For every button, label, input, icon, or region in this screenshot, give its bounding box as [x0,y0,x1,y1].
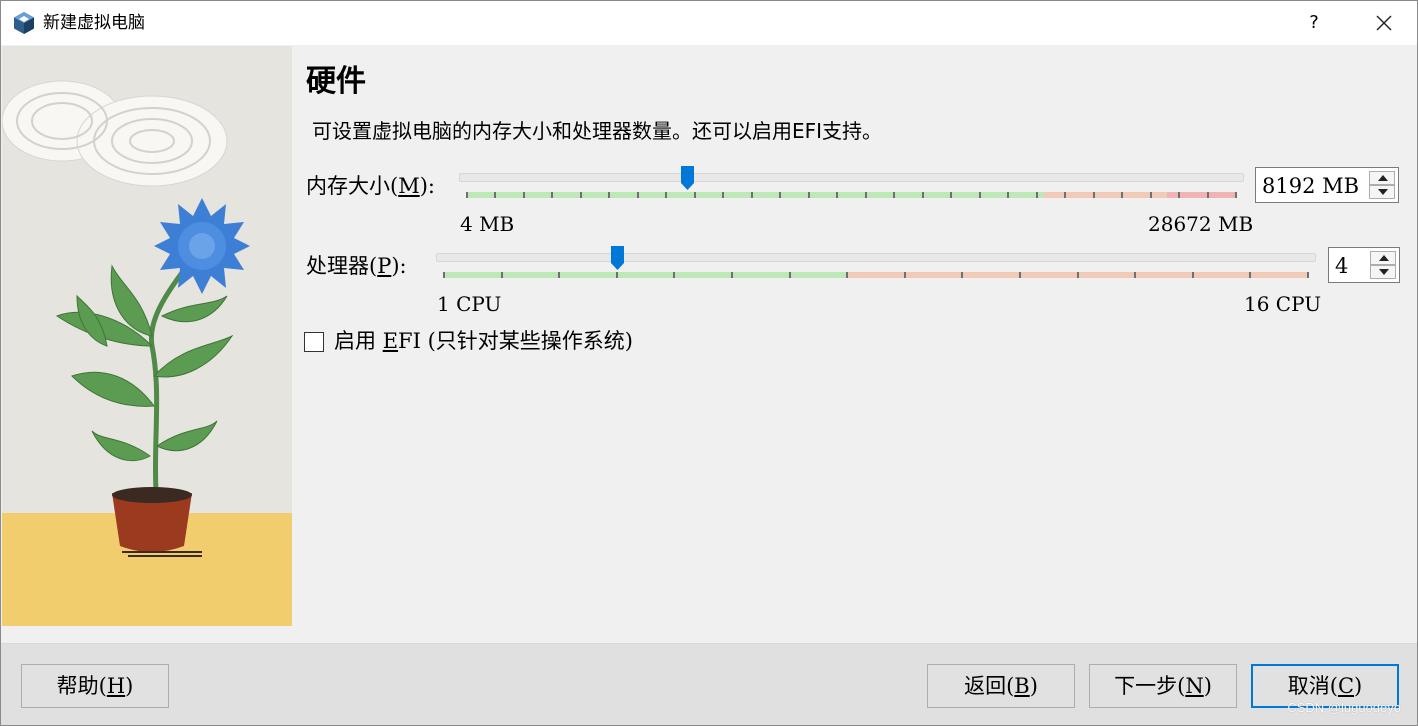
processor-slider[interactable] [436,246,1316,280]
slider-tick [893,192,896,198]
memory-size-value[interactable]: 8192 MB [1262,172,1359,200]
page-title: 硬件 [306,64,366,99]
slider-tick [722,192,725,198]
window-title: 新建虚拟电脑 [43,13,145,33]
title-bar: 新建虚拟电脑 ? [1,1,1417,45]
processor-slider-groove [436,253,1316,262]
slider-tick [551,192,554,198]
slider-tick [1076,272,1079,278]
enable-efi-label[interactable]: 启用 EFI (只针对某些操作系统) [334,327,633,355]
plant-illustration [2,46,292,626]
processor-count-value[interactable]: 4 [1335,252,1348,280]
close-icon [1376,15,1392,31]
slider-tick [1064,192,1067,198]
slider-tick [961,272,964,278]
slider-tick [1149,192,1152,198]
slider-handle[interactable] [610,246,624,270]
slider-tick [1178,192,1181,198]
chevron-down-icon [1379,269,1389,275]
slider-tick [466,192,468,198]
processor-decrease-button[interactable] [1370,265,1396,279]
slider-tick [522,192,525,198]
button-bar: 帮助(H) 返回(B) 下一步(N) 取消(C) [1,643,1417,725]
slider-tick [950,192,953,198]
slider-tick [608,192,611,198]
chevron-up-icon [1378,175,1388,181]
slider-tick [779,192,782,198]
chevron-down-icon [1378,189,1388,195]
slider-tick [636,192,639,198]
slider-tick [731,272,733,278]
memory-size-spinbox[interactable]: 8192 MB [1255,167,1399,203]
memory-min-label: 4 MB [460,212,515,236]
slider-tick [864,192,867,198]
slider-tick [693,192,696,198]
page-description: 可设置虚拟电脑的内存大小和处理器数量。还可以启用EFI支持。 [312,119,883,143]
processor-label: 处理器(P): [306,254,407,278]
help-button[interactable]: 帮助(H) [21,664,169,708]
slider-tick [1019,272,1021,278]
slider-tick [500,272,503,278]
enable-efi-checkbox[interactable] [304,332,324,352]
slider-tick [921,192,924,198]
processor-count-spinbox[interactable]: 4 [1328,247,1400,283]
slider-tick [1092,192,1095,198]
slider-tick [788,272,791,278]
slider-tick [1235,192,1237,198]
slider-tick [836,192,839,198]
slider-tick [978,192,981,198]
chevron-up-icon [1379,255,1389,261]
slider-tick [673,272,676,278]
close-button[interactable] [1357,5,1411,41]
slider-tick [846,272,849,278]
wizard-illustration [2,46,292,626]
memory-increase-button[interactable] [1369,171,1395,185]
next-button[interactable]: 下一步(N) [1089,664,1237,708]
slider-tick [1121,192,1124,198]
slider-tick [1307,272,1309,278]
slider-range-band [444,272,848,278]
watermark: CSDN @luguodeyo [1287,700,1401,715]
memory-label: 内存大小(M): [306,174,435,198]
content-area: 硬件 可设置虚拟电脑的内存大小和处理器数量。还可以启用EFI支持。 内存大小(M… [292,46,1417,643]
slider-tick [443,272,445,278]
slider-tick [750,192,753,198]
slider-tick [807,192,810,198]
memory-max-label: 28672 MB [1148,212,1254,236]
slider-tick [1249,272,1252,278]
slider-range-band [467,192,1044,198]
memory-slider[interactable] [459,166,1244,200]
memory-slider-groove [459,173,1244,182]
virtualbox-icon [14,12,34,34]
slider-range-band [1043,192,1167,198]
slider-tick [1206,192,1209,198]
slider-tick [494,192,497,198]
memory-decrease-button[interactable] [1369,185,1395,199]
slider-tick [558,272,561,278]
slider-tick [1007,192,1010,198]
slider-handle[interactable] [680,166,694,190]
new-vm-dialog: 新建虚拟电脑 ? 硬件 可设置虚拟电脑的内存大小和处理器数量。还可以启用EFI支… [0,0,1418,726]
slider-tick [1191,272,1194,278]
slider-tick [903,272,906,278]
slider-tick [665,192,668,198]
slider-tick [1134,272,1137,278]
processor-increase-button[interactable] [1370,251,1396,265]
back-button[interactable]: 返回(B) [927,664,1075,708]
processor-min-label: 1 CPU [437,292,502,316]
help-question-button[interactable]: ? [1287,5,1341,41]
slider-tick [1035,192,1038,198]
slider-tick [579,192,582,198]
processor-max-label: 16 CPU [1244,292,1322,316]
slider-tick [615,272,618,278]
